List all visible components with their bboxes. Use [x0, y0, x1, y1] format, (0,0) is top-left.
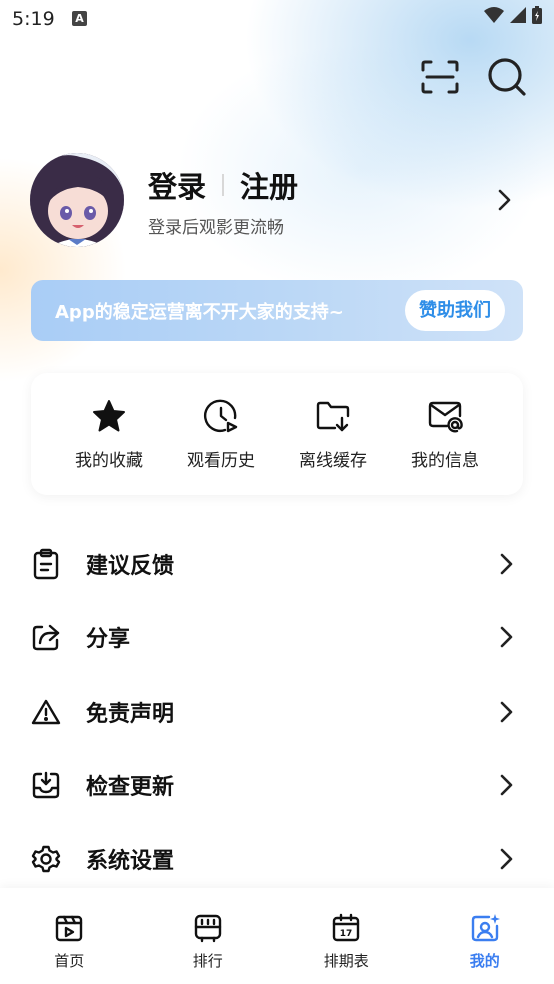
chevron-right-icon [500, 848, 513, 870]
bottom-nav: 首页 排行 17 排期表 我的 [0, 888, 554, 984]
avatar[interactable] [30, 153, 124, 247]
signal-icon [510, 7, 526, 23]
quick-action-label: 我的收藏 [75, 450, 143, 471]
menu-item-share[interactable]: 分享 [0, 600, 554, 674]
scan-button[interactable] [418, 55, 462, 99]
ranking-icon [194, 914, 221, 943]
settings-icon [31, 845, 61, 873]
quick-action-offline-cache[interactable]: 离线缓存 [283, 398, 383, 471]
download-folder-icon [316, 401, 350, 431]
wifi-icon [484, 7, 504, 23]
menu-item-check-update[interactable]: 检查更新 [0, 748, 554, 822]
scan-icon [421, 60, 459, 94]
nav-label: 排行 [192, 952, 223, 970]
nav-item-ranking[interactable]: 排行 [158, 912, 258, 984]
sponsor-button[interactable]: 赞助我们 [405, 290, 505, 331]
profile-icon [471, 914, 500, 942]
update-icon [32, 771, 60, 799]
login-subtitle: 登录后观影更流畅 [148, 218, 284, 238]
chevron-right-icon [500, 701, 513, 723]
banner-text: App的稳定运营离不开大家的支持~ [55, 301, 344, 323]
menu-item-feedback[interactable]: 建议反馈 [0, 527, 554, 601]
menu-item-disclaimer[interactable]: 免责声明 [0, 675, 554, 749]
quick-action-history[interactable]: 观看历史 [171, 398, 271, 471]
login-link[interactable]: 登录 [148, 164, 206, 206]
mail-icon [428, 401, 463, 432]
status-icons [484, 6, 542, 24]
search-button[interactable] [485, 55, 529, 99]
menu-item-settings[interactable]: 系统设置 [0, 822, 554, 896]
search-icon [488, 58, 526, 96]
status-time: 5:19 [12, 8, 55, 30]
menu-label: 建议反馈 [86, 554, 175, 579]
menu-label: 系统设置 [86, 849, 175, 874]
feedback-icon [33, 548, 59, 580]
menu-label: 分享 [86, 627, 131, 652]
svg-text:17: 17 [340, 929, 353, 939]
star-icon [93, 399, 125, 431]
nav-label: 首页 [54, 952, 85, 970]
menu-label: 检查更新 [86, 775, 175, 800]
quick-action-messages[interactable]: 我的信息 [395, 398, 495, 471]
quick-action-label: 观看历史 [187, 450, 255, 471]
avatar-image [30, 153, 124, 247]
share-icon [32, 624, 60, 651]
support-banner: App的稳定运营离不开大家的支持~ 赞助我们 [31, 280, 523, 341]
menu-label: 免责声明 [86, 702, 175, 727]
chevron-right-icon [500, 774, 513, 796]
quick-action-label: 我的信息 [411, 450, 479, 471]
nav-item-schedule[interactable]: 17 排期表 [296, 912, 396, 984]
login-divider [222, 174, 225, 196]
nav-label: 我的 [469, 952, 500, 970]
warning-icon [31, 699, 61, 725]
chevron-right-icon[interactable] [494, 188, 514, 212]
battery-icon [532, 6, 542, 24]
chevron-right-icon [500, 553, 513, 575]
register-link[interactable]: 注册 [240, 164, 298, 206]
quick-action-label: 离线缓存 [299, 450, 367, 471]
login-register-row: 登录 注册 [148, 164, 298, 206]
quick-actions-card: 我的收藏 观看历史 离线缓存 我的信息 [31, 373, 523, 495]
notification-icon: A [72, 11, 87, 26]
quick-action-favorites[interactable]: 我的收藏 [59, 398, 159, 471]
chevron-right-icon [500, 626, 513, 648]
nav-item-home[interactable]: 首页 [19, 912, 119, 984]
nav-label: 排期表 [323, 952, 369, 970]
home-icon [56, 915, 83, 942]
calendar-icon: 17 [333, 913, 360, 942]
history-icon [203, 399, 238, 432]
nav-item-mine[interactable]: 我的 [435, 912, 535, 984]
